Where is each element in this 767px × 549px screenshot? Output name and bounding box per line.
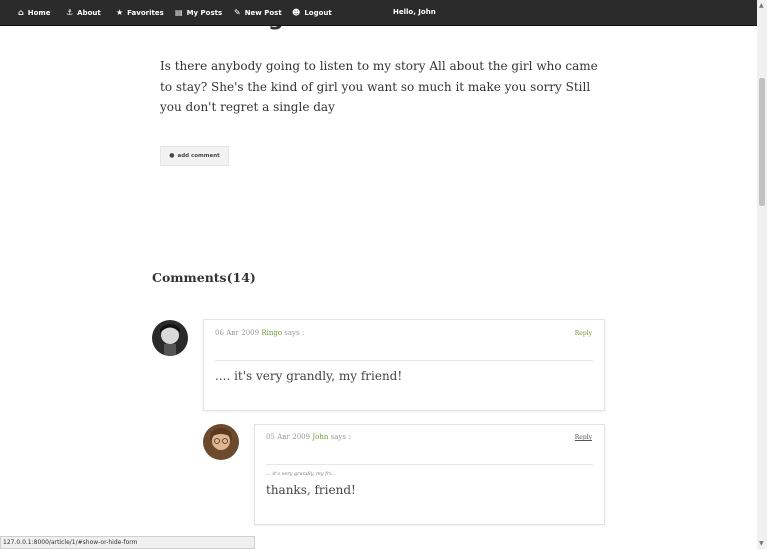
user-greeting: Hello, John [393, 8, 436, 16]
avatar [152, 320, 188, 356]
nav-my-posts[interactable]: ▤ My Posts [175, 0, 222, 25]
comment-text: .... it's very grandly, my friend! [215, 369, 403, 383]
comment-meta: 05 Авг 2009 John says : [266, 433, 351, 441]
add-comment-label: add comment [177, 153, 220, 159]
comment-card: 05 Авг 2009 John says : Reply ... it's v… [254, 424, 605, 525]
avatar [203, 424, 239, 460]
comment-date: 05 Авг 2009 [266, 433, 311, 441]
comment-date: 06 Авг 2009 [215, 329, 260, 337]
nav-my-posts-label: My Posts [186, 9, 223, 17]
home-icon: ⌂ [18, 8, 24, 17]
nav-favorites-label: Favorites [127, 9, 164, 17]
quoted-text: ... it's very grandly, my fri... [266, 471, 336, 477]
star-icon: ★ [116, 8, 124, 17]
comment-text: thanks, friend! [266, 483, 356, 497]
scroll-up-arrow-icon[interactable]: ▲ [759, 2, 764, 9]
comment-author-link[interactable]: Ringo [261, 329, 282, 337]
comments-heading: Comments(14) [152, 270, 256, 285]
nav-logout-label: Logout [304, 9, 332, 17]
comment-icon: ● [169, 152, 175, 159]
nav-home-label: Home [27, 9, 51, 17]
nav-about-label: About [77, 9, 101, 17]
scroll-down-arrow-icon[interactable]: ▼ [759, 540, 764, 547]
comment-says: says : [284, 329, 305, 337]
anchor-icon: ⚓ [66, 8, 74, 17]
post-body: Is there anybody going to listen to my s… [160, 59, 598, 114]
browser-status-url: 127.0.0.1:8000/article/1/#show-or-hide-f… [0, 536, 255, 549]
comment-says: says : [330, 433, 351, 441]
add-comment-button[interactable]: ● add comment [160, 146, 229, 166]
book-icon: ▤ [175, 8, 183, 17]
nav-favorites[interactable]: ★ Favorites [116, 0, 164, 25]
comment-divider [215, 360, 593, 361]
comment-meta: 06 Авг 2009 Ringo says : [215, 329, 304, 337]
comment-author-link[interactable]: John [312, 433, 328, 441]
top-nav-bar: ⌂ Home ⚓ About ★ Favorites ▤ My Posts ✎ New P… [0, 0, 757, 26]
reply-link[interactable]: Reply [575, 330, 592, 337]
user-lock-icon: ☻ [292, 8, 301, 17]
nav-about[interactable]: ⚓ About [66, 0, 101, 25]
nav-home[interactable]: ⌂ Home [18, 0, 50, 25]
comment-divider [266, 464, 593, 465]
nav-logout[interactable]: ☻ Logout [292, 0, 332, 25]
nav-new-post[interactable]: ✎ New Post [234, 0, 282, 25]
comment-card: 06 Авг 2009 Ringo says : Reply .... it's… [203, 319, 605, 411]
scrollbar-thumb[interactable] [759, 78, 765, 206]
page-scrollbar[interactable]: ▲ ▼ [757, 0, 767, 549]
pencil-square-icon: ✎ [234, 8, 241, 17]
nav-new-post-label: New Post [244, 9, 282, 17]
reply-link[interactable]: Reply [575, 434, 592, 441]
